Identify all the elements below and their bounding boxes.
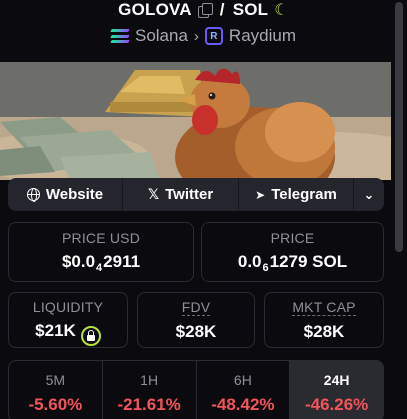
pair-title: GOLOVA / SOL ☾ — [0, 0, 407, 20]
raydium-icon: R — [204, 27, 223, 45]
token-header: GOLOVA / SOL ☾ Solana › R Raydium — [0, 0, 407, 62]
interval-label: 24H — [323, 372, 350, 388]
price-native-value: 0.0 6 1279 SOL — [237, 252, 348, 274]
price-usd-card: PRICE USD $0.0 4 2911 — [8, 222, 194, 282]
price-native-label: PRICE — [270, 230, 315, 246]
market-cap-card: MKT CAP $28K — [264, 292, 384, 348]
token-banner-image — [0, 62, 407, 180]
tab-5m[interactable]: 5M -5.60% — [9, 361, 103, 419]
interval-label: 5M — [45, 372, 66, 388]
fdv-card: FDV $28K — [137, 292, 255, 348]
price-change-tabs: 5M -5.60% 1H -21.61% 6H -48.42% 24H -46.… — [8, 360, 384, 419]
scrollbar-thumb[interactable] — [395, 2, 403, 252]
lock-icon[interactable] — [80, 326, 101, 346]
base-symbol: GOLOVA — [118, 0, 192, 19]
chevron-down-icon: ⌄ — [363, 186, 375, 202]
tab-6h[interactable]: 6H -48.42% — [197, 361, 291, 419]
more-links-button[interactable]: ⌄ — [354, 178, 384, 211]
change-value: -5.60% — [28, 395, 83, 414]
solana-icon — [110, 29, 130, 43]
globe-icon — [26, 188, 40, 202]
chain-breadcrumb: Solana › R Raydium — [0, 24, 407, 48]
chain-name[interactable]: Solana — [135, 26, 188, 46]
market-cap-value: $28K — [303, 322, 345, 341]
pair-separator: / — [219, 0, 225, 19]
telegram-button[interactable]: ➤ Telegram — [239, 178, 354, 211]
tab-1h[interactable]: 1H -21.61% — [103, 361, 197, 419]
price-native-digits: 1279 SOL — [269, 252, 348, 271]
telegram-label: Telegram — [271, 186, 337, 203]
price-native-prefix: 0.0 — [237, 252, 262, 271]
fdv-label[interactable]: FDV — [181, 299, 211, 316]
liquidity-label: LIQUIDITY — [32, 299, 104, 315]
twitter-button[interactable]: 𝕏 Twitter — [123, 178, 239, 211]
price-usd-zero-count: 4 — [96, 262, 103, 274]
website-button[interactable]: Website — [8, 178, 123, 211]
scrollbar[interactable] — [391, 0, 407, 419]
price-native-zero-count: 6 — [262, 262, 269, 274]
tab-24h[interactable]: 24H -46.26% — [290, 361, 383, 419]
change-value: -48.42% — [211, 395, 275, 414]
liquidity-value-row: $21K — [35, 321, 101, 346]
social-links-bar: Website 𝕏 Twitter ➤ Telegram ⌄ — [8, 178, 384, 211]
price-native-card: PRICE 0.0 6 1279 SOL — [201, 222, 384, 282]
copy-icon[interactable] — [197, 3, 213, 18]
website-label: Website — [45, 186, 104, 203]
change-value: -46.26% — [304, 395, 369, 414]
quote-symbol: SOL — [232, 0, 269, 19]
market-cap-label[interactable]: MKT CAP — [292, 299, 356, 316]
moon-icon: ☾ — [274, 2, 289, 19]
dex-name[interactable]: Raydium — [229, 26, 296, 46]
chevron-right-icon: › — [193, 27, 199, 45]
fdv-value: $28K — [175, 322, 217, 341]
price-usd-digits: 2911 — [103, 252, 141, 271]
liquidity-value: $21K — [35, 321, 76, 340]
price-usd-label: PRICE USD — [61, 230, 141, 246]
liquidity-card: LIQUIDITY $21K — [8, 292, 128, 348]
interval-label: 6H — [233, 372, 252, 388]
twitter-label: Twitter — [165, 186, 214, 203]
change-value: -21.61% — [117, 395, 181, 414]
price-usd-prefix: $0.0 — [61, 252, 96, 271]
interval-label: 1H — [140, 372, 159, 388]
telegram-icon: ➤ — [255, 187, 266, 202]
x-icon: 𝕏 — [147, 186, 160, 202]
price-usd-value: $0.0 4 2911 — [61, 252, 141, 274]
chicken-money-illustration — [0, 62, 407, 180]
